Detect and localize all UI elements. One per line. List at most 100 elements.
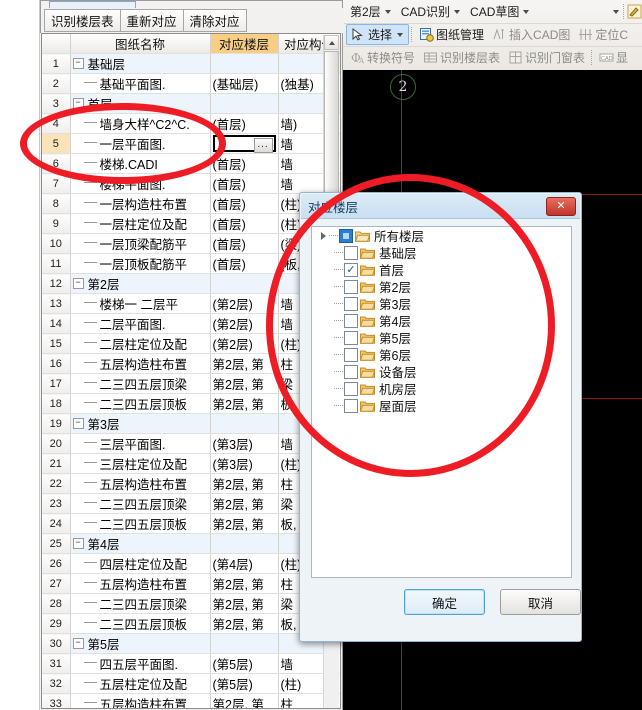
table-row[interactable]: 24二三四五层顶板第2层, 第板, 板筋 [42, 513, 340, 534]
cell-matched-floor[interactable]: (第3层) [210, 453, 279, 474]
cell-matched-floor[interactable]: (首层) [210, 193, 279, 214]
locate-cad-button[interactable]: 定位C [574, 25, 632, 45]
cell-drawing-name[interactable]: 二层平面图. [70, 313, 211, 334]
cell-matched-floor[interactable]: 第2层, 第 [210, 373, 279, 394]
floor-selector[interactable]: 第2层 [346, 2, 397, 22]
tree-collapse-icon[interactable]: − [72, 638, 84, 649]
cell-drawing-name[interactable]: − 第5层 [70, 633, 211, 654]
pencil-icon[interactable] [627, 4, 642, 19]
ellipsis-browse-button[interactable]: ... [253, 138, 273, 153]
cell-matched-floor[interactable]: 第2层, 第 [210, 393, 279, 414]
cell-matched-floor[interactable] [210, 533, 279, 554]
scrollbar-thumb[interactable] [324, 51, 339, 206]
table-row[interactable]: 30− 第5层 [42, 633, 340, 654]
menu-cad-recognize[interactable]: CAD识别 [397, 2, 466, 22]
table-row[interactable]: 8 一层构造柱布置 (首层) (柱) [42, 193, 340, 214]
table-row[interactable]: 32 五层柱定位及配 (第5层) (柱) [42, 673, 340, 694]
cell-matched-floor[interactable]: (首层) [210, 173, 279, 194]
cell-matched-floor[interactable]: (首层) [210, 233, 279, 254]
cell-drawing-name[interactable]: 二层柱定位及配 [70, 333, 211, 354]
table-row[interactable]: 26 四层柱定位及配 (第4层) (柱) [42, 553, 340, 574]
cell-drawing-name[interactable]: 四五层平面图. [70, 653, 211, 674]
cell-drawing-name[interactable]: − 第4层 [70, 533, 211, 554]
cell-drawing-name[interactable]: − 第2层 [70, 273, 211, 294]
table-row[interactable]: 1− 基础层 [42, 53, 340, 74]
tree-collapse-icon[interactable]: − [72, 58, 84, 69]
cell-drawing-name[interactable]: 二三四五层顶梁 [70, 593, 211, 614]
cell-matched-floor[interactable]: 第2层, 第 [210, 513, 279, 534]
show-cad-button[interactable]: CAD 显 [595, 48, 632, 68]
cell-drawing-name[interactable]: 一层顶板配筋平 [70, 253, 211, 274]
select-tool-button[interactable]: 选择 [346, 24, 410, 45]
recognize-floor-table-button[interactable]: 识别楼层表 [419, 48, 504, 68]
chevron-down-icon[interactable] [384, 9, 391, 14]
col-drawing-name[interactable]: 图纸名称 [70, 34, 211, 54]
table-row[interactable]: 20 三层平面图. (第3层) 墙 [42, 433, 340, 454]
cell-matched-floor[interactable] [210, 53, 279, 74]
cell-matched-floor[interactable]: 第2层, 第 [210, 593, 279, 614]
convert-symbol-button[interactable]: Φ A 转换符号 [346, 48, 419, 68]
ok-button[interactable]: 确定 [404, 589, 485, 615]
table-row[interactable]: 33 五层构造柱布置 第2层, 第柱 [42, 693, 340, 708]
tree-collapse-icon[interactable]: − [72, 278, 84, 289]
table-row[interactable]: 29二三四五层顶板第2层, 第板, 板筋 [42, 613, 340, 634]
chevron-down-icon[interactable] [397, 32, 404, 37]
cell-matched-floor[interactable]: 第2层, 第 [210, 473, 279, 494]
table-row[interactable]: 28 二三四五层顶梁 第2层, 第梁 [42, 593, 340, 614]
table-row[interactable]: 22 五层构造柱布置 第2层, 第柱 [42, 473, 340, 494]
table-row[interactable]: 23 二三四五层顶梁 第2层, 第梁 [42, 493, 340, 514]
insert-cad-button[interactable]: 插入CAD图 [488, 25, 574, 45]
cell-drawing-name[interactable]: 一层柱定位及配 [70, 213, 211, 234]
cell-drawing-name[interactable]: 一层构造柱布置 [70, 193, 211, 214]
cell-drawing-name[interactable]: − 第3层 [70, 413, 211, 434]
cell-drawing-name[interactable]: 二三四五层顶板 [70, 393, 211, 414]
cell-matched-floor[interactable]: (首层) [210, 253, 279, 274]
cell-matched-floor[interactable]: 第2层, 第 [210, 573, 279, 594]
cell-drawing-name[interactable]: 基础平面图. [70, 73, 211, 94]
cell-drawing-name[interactable]: 三层平面图. [70, 433, 211, 454]
table-row[interactable]: 21 三层柱定位及配 (第3层) (柱) [42, 453, 340, 474]
cell-drawing-name[interactable]: 楼梯一 二层平 [70, 293, 211, 314]
table-row[interactable]: 31 四五层平面图. (第5层) 墙 [42, 653, 340, 674]
cell-matched-floor[interactable]: 第2层, 第 [210, 613, 279, 634]
cell-drawing-name[interactable]: 二三四五层顶梁 [70, 373, 211, 394]
table-row[interactable]: 9 一层柱定位及配 (首层) (柱) [42, 213, 340, 234]
cell-matched-floor[interactable]: (第5层) [210, 653, 279, 674]
close-icon[interactable]: ✕ [546, 197, 576, 216]
col-matched-floor[interactable]: 对应楼层 [210, 34, 279, 54]
cell-drawing-name[interactable]: 二三四五层顶板 [70, 613, 211, 634]
cell-drawing-name[interactable]: 四层柱定位及配 [70, 553, 211, 574]
cell-drawing-name[interactable]: 五层构造柱布置 [70, 573, 211, 594]
cell-drawing-name[interactable]: 二三四五层顶梁 [70, 493, 211, 514]
cell-matched-floor[interactable]: (第5层) [210, 673, 279, 694]
rematch-button[interactable]: 重新对应 [119, 9, 184, 32]
menu-cad-sketch[interactable]: CAD草图 [466, 2, 535, 22]
cell-drawing-name[interactable]: 一层顶梁配筋平 [70, 233, 211, 254]
cell-drawing-name[interactable]: 五层柱定位及配 [70, 673, 211, 694]
overflow-chevron-down-icon[interactable] [613, 9, 619, 14]
cell-matched-floor[interactable]: 第2层, 第 [210, 353, 279, 374]
table-row[interactable]: 27 五层构造柱布置 第2层, 第柱 [42, 573, 340, 594]
recognize-door-window-table-button[interactable]: 识别门窗表 [504, 48, 589, 68]
chevron-down-icon[interactable] [523, 9, 530, 14]
cell-matched-floor[interactable] [210, 633, 279, 654]
cell-drawing-name[interactable]: 五层构造柱布置 [70, 693, 211, 708]
cell-matched-floor[interactable]: (首层) [210, 213, 279, 234]
cell-matched-floor[interactable]: (第4层) [210, 553, 279, 574]
cell-matched-floor[interactable]: 第2层, 第 [210, 693, 279, 708]
cell-drawing-name[interactable]: 二三四五层顶板 [70, 513, 211, 534]
recognize-floor-table-button[interactable]: 识别楼层表 [44, 9, 121, 32]
chevron-down-icon[interactable] [454, 9, 461, 14]
cell-matched-floor[interactable] [210, 413, 279, 434]
table-row[interactable]: 2 基础平面图. (基础层) (独基) [42, 73, 340, 94]
sheet-manager-button[interactable]: 图纸管理 [415, 25, 488, 45]
cancel-button[interactable]: 取消 [500, 589, 581, 615]
cell-drawing-name[interactable]: 五层构造柱布置 [70, 353, 211, 374]
cell-drawing-name[interactable]: − 基础层 [70, 53, 211, 74]
cell-matched-floor[interactable] [210, 273, 279, 294]
clear-match-button[interactable]: 清除对应 [182, 9, 247, 32]
cell-drawing-name[interactable]: 五层构造柱布置 [70, 473, 211, 494]
scroll-up-button[interactable] [324, 35, 339, 50]
tree-collapse-icon[interactable]: − [72, 538, 84, 549]
table-row[interactable]: 25− 第4层 [42, 533, 340, 554]
